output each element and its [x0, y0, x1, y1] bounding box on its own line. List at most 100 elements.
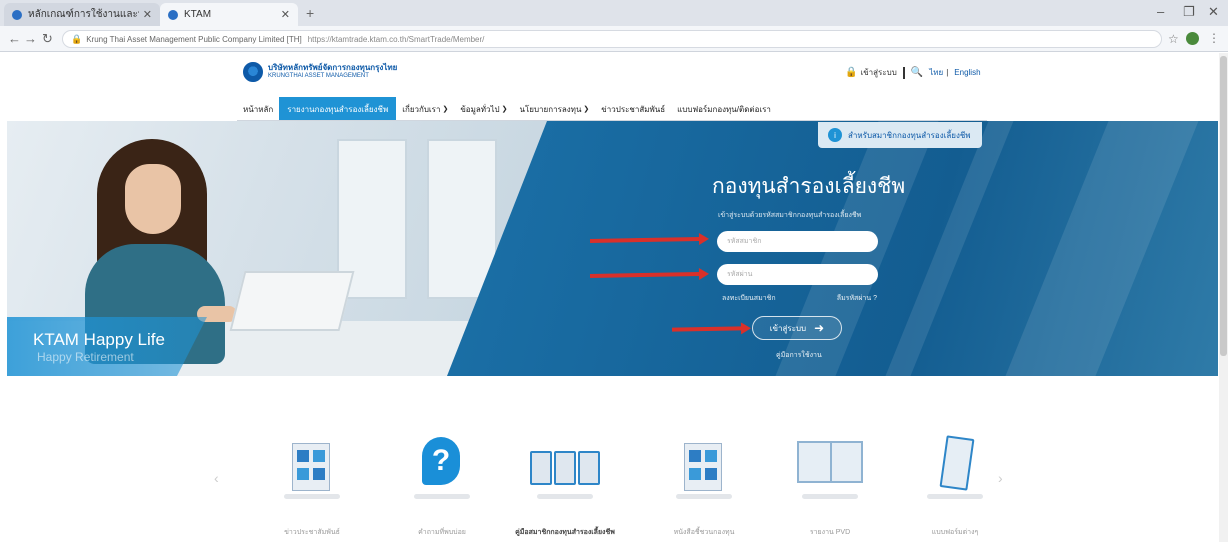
main-nav: หน้าหลัก รายงานกองทุนสำรองเลี้ยงชีพ เกี่…: [237, 97, 777, 121]
header-login-link[interactable]: เข้าสู่ระบบ: [860, 66, 896, 79]
minimize-icon[interactable]: –: [1157, 4, 1164, 19]
logo-thai-name: บริษัทหลักทรัพย์จัดการกองทุนกรุงไทย: [268, 63, 398, 72]
profile-avatar-icon[interactable]: [1186, 32, 1199, 45]
favicon-icon: [168, 9, 178, 20]
login-button[interactable]: เข้าสู่ระบบ ➜: [752, 316, 842, 340]
nav-news[interactable]: ข่าวประชาสัมพันธ์: [595, 97, 671, 121]
light-streak: [1005, 121, 1199, 376]
bookmark-star-icon[interactable]: ☆: [1168, 32, 1179, 46]
feature-label: คำถามที่พบบ่อย: [418, 529, 466, 536]
close-icon[interactable]: ✕: [143, 8, 152, 21]
feature-label: ข่าวประชาสัมพันธ์: [284, 529, 340, 536]
username-input[interactable]: [717, 231, 878, 252]
nav-label: ข้อมูลทั่วไป: [460, 104, 500, 114]
browser-tab-label: KTAM: [184, 9, 212, 20]
newsletter-icon: [292, 443, 332, 499]
nav-general-info[interactable]: ข้อมูลทั่วไป ❯: [454, 97, 513, 121]
icon-shadow: [414, 494, 470, 499]
chevron-down-icon: ❯: [442, 106, 449, 113]
icon-shadow: [284, 494, 340, 499]
member-section-tab[interactable]: i สำหรับสมาชิกกองทุนสำรองเลี้ยงชีพ: [818, 122, 982, 148]
address-bar: ← → ↻ 🔒 Krung Thai Asset Management Publ…: [0, 26, 1228, 52]
chevron-down-icon: ❯: [583, 106, 590, 113]
newsletter-art: [684, 443, 722, 491]
login-description: เข้าสู่ระบบด้วยรหัสสมาชิกกองทุนสำรองเลี้…: [718, 212, 862, 219]
back-icon[interactable]: ←: [8, 31, 21, 46]
lang-separator: |: [946, 68, 949, 77]
member-section-label: สำหรับสมาชิกกองทุนสำรองเลี้ยงชีพ: [848, 130, 971, 140]
close-window-icon[interactable]: ✕: [1208, 4, 1219, 20]
user-manual-link[interactable]: คู่มือการใช้งาน: [776, 350, 822, 361]
open-book-art: [797, 441, 863, 483]
nav-forms-contact[interactable]: แบบฟอร์มกองทุน/ติดต่อเรา: [671, 97, 777, 121]
nav-home[interactable]: หน้าหลัก: [237, 97, 279, 121]
logo-english-name: KRUNGTHAI ASSET MANAGEMENT: [268, 73, 369, 79]
login-links: ลงทะเบียนสมาชิก ลืมรหัสผ่าน ?: [722, 293, 877, 304]
book: [554, 451, 576, 485]
menu-kebab-icon[interactable]: ⋮: [1208, 31, 1220, 45]
logo-text: บริษัทหลักทรัพย์จัดการกองทุนกรุงไทย KRUN…: [268, 63, 397, 81]
clipboard-icon: [939, 435, 983, 493]
nav-label: รายงานกองทุนสำรองเลี้ยงชีพ: [287, 104, 389, 114]
clipboard-art: [939, 435, 975, 491]
lang-english-link[interactable]: English: [954, 68, 980, 77]
scrollbar-thumb[interactable]: [1220, 56, 1227, 356]
favicon-icon: [12, 9, 22, 20]
face: [125, 164, 181, 234]
nav-pvd-report[interactable]: รายงานกองทุนสำรองเลี้ยงชีพ: [279, 97, 397, 121]
carousel-prev-icon[interactable]: ‹: [214, 470, 219, 486]
forgot-password-link[interactable]: ลืมรหัสผ่าน ?: [837, 293, 877, 304]
divider: [902, 66, 905, 79]
newsletter-art: [292, 443, 330, 491]
page-root: หลักเกณฑ์การใช้งานและนโยบาย ✕ KTAM ✕ + –…: [0, 0, 1228, 542]
url-field[interactable]: 🔒 Krung Thai Asset Management Public Com…: [62, 30, 1162, 48]
feature-label: คู่มือสมาชิกกองทุนสำรองเลี้ยงชีพ: [515, 529, 615, 536]
ktam-logo-mark-icon: [243, 62, 263, 82]
browser-tab-inactive[interactable]: หลักเกณฑ์การใช้งานและนโยบาย ✕: [4, 3, 160, 26]
feature-label: แบบฟอร์มต่างๆ: [931, 529, 979, 536]
search-icon[interactable]: 🔍: [911, 67, 923, 78]
icon-shadow: [927, 494, 983, 499]
hero-banner: KTAM Happy Life Happy Retirement: [7, 121, 1218, 376]
icon-shadow: [802, 494, 858, 499]
register-link[interactable]: ลงทะเบียนสมาชิก: [722, 293, 776, 304]
nav-about[interactable]: เกี่ยวกับเรา ❯: [396, 97, 454, 121]
nav-label: แบบฟอร์มกองทุน/ติดต่อเรา: [677, 104, 771, 114]
nav-label: หน้าหลัก: [243, 104, 274, 114]
restore-icon[interactable]: ❐: [1183, 4, 1195, 20]
ktam-logo[interactable]: บริษัทหลักทรัพย์จัดการกองทุนกรุงไทย KRUN…: [243, 62, 397, 82]
reload-icon[interactable]: ↻: [42, 31, 53, 47]
browser-tab-label: หลักเกณฑ์การใช้งานและนโยบาย: [28, 9, 139, 20]
nav-investment-policy[interactable]: นโยบายการลงทุน ❯: [514, 97, 596, 121]
lang-thai-link[interactable]: ไทย: [929, 66, 943, 79]
chevron-down-icon: ❯: [501, 106, 508, 113]
info-icon: i: [828, 128, 842, 142]
feature-label: หนังสือชี้ชวนกองทุน: [673, 529, 735, 536]
close-icon[interactable]: ✕: [281, 8, 290, 21]
question-icon: ?: [422, 437, 462, 493]
open-book-icon: [797, 441, 863, 497]
login-button-label: เข้าสู่ระบบ: [769, 323, 807, 333]
user-lock-icon: 🔒: [845, 67, 858, 78]
forward-icon[interactable]: →: [24, 31, 37, 46]
icon-shadow: [537, 494, 593, 499]
book: [578, 451, 600, 485]
question-art: ?: [422, 437, 460, 485]
nav-label: เกี่ยวกับเรา: [402, 104, 441, 114]
password-input[interactable]: [717, 264, 878, 285]
browser-tab-active[interactable]: KTAM ✕: [160, 3, 298, 26]
lock-icon: 🔒: [71, 33, 83, 44]
carousel-next-icon[interactable]: ›: [998, 470, 1003, 486]
browser-tab-bar: หลักเกณฑ์การใช้งานและนโยบาย ✕ KTAM ✕ + –…: [0, 0, 1228, 26]
books-art: [530, 447, 600, 487]
url-text: https://ktamtrade.ktam.co.th/SmartTrade/…: [307, 34, 485, 44]
arrow-right-icon: ➜: [814, 321, 825, 335]
newsletter-icon: [684, 443, 724, 499]
book: [530, 451, 552, 485]
certificate-label: Krung Thai Asset Management Public Compa…: [86, 34, 302, 44]
icon-shadow: [676, 494, 732, 499]
background-window: [427, 139, 497, 299]
nav-label: นโยบายการลงทุน: [519, 104, 582, 114]
utility-links: 🔒 เข้าสู่ระบบ 🔍 ไทย | English: [845, 66, 981, 79]
new-tab-icon[interactable]: +: [306, 5, 314, 21]
